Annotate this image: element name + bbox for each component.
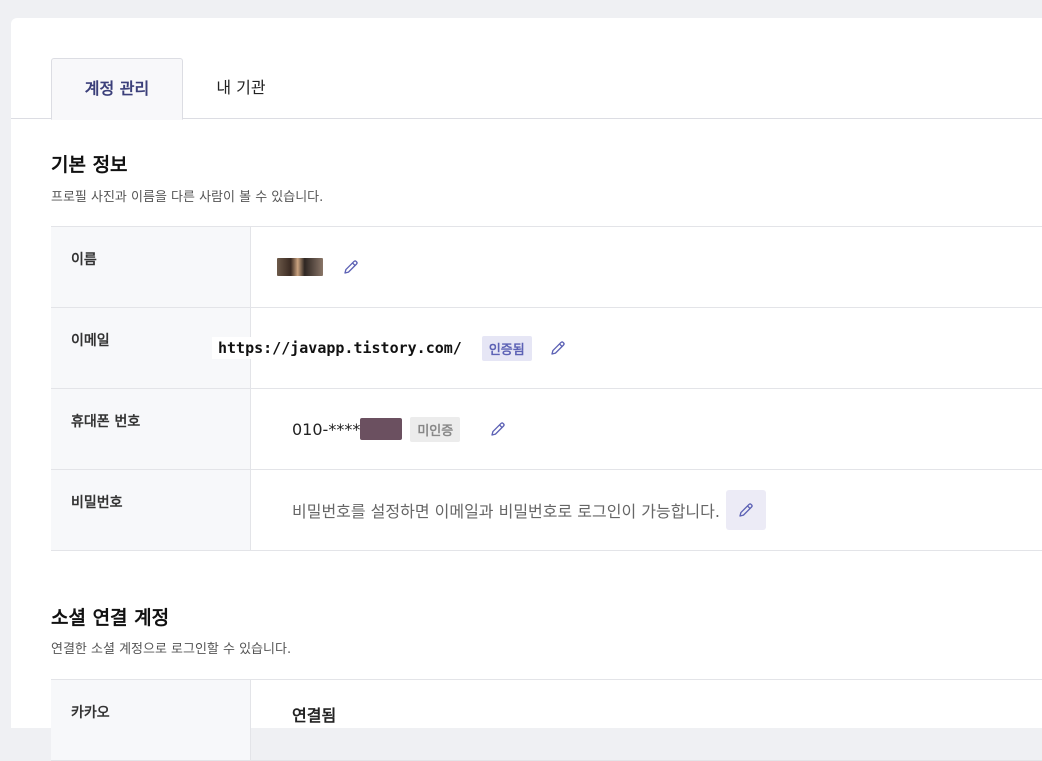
password-description: 비밀번호를 설정하면 이메일과 비밀번호로 로그인이 가능합니다.: [292, 502, 720, 521]
verified-badge: 인증됨: [481, 335, 532, 361]
social-table: 카카오 연결됨: [51, 679, 1042, 761]
table-row-password: 비밀번호 비밀번호를 설정하면 이메일과 비밀번호로 로그인이 가능합니다.: [51, 470, 1042, 551]
table-row-email: 이메일 https://javapp.tistory.com/ 인증됨: [51, 308, 1042, 389]
email-value: https://javapp.tistory.com/: [212, 337, 468, 359]
name-label: 이름: [51, 227, 251, 307]
unverified-badge: 미인증: [410, 416, 461, 442]
edit-phone-pencil-icon[interactable]: [486, 417, 510, 441]
tab-account-management[interactable]: 계정 관리: [51, 58, 183, 120]
social-desc: 연결한 소셜 계정으로 로그인할 수 있습니다.: [51, 642, 292, 657]
tab-my-organization[interactable]: 내 기관: [201, 58, 281, 118]
email-value-cell: https://javapp.tistory.com/ 인증됨: [212, 308, 1042, 388]
edit-email-pencil-icon[interactable]: [546, 336, 570, 360]
kakao-label: 카카오: [51, 680, 251, 760]
password-value-cell: 비밀번호를 설정하면 이메일과 비밀번호로 로그인이 가능합니다.: [252, 470, 1042, 550]
basic-info-table: 이름 이메일 https://javapp.tistory.com/ 인증됨 휴…: [51, 226, 1042, 551]
name-value-cell: [252, 227, 1042, 307]
profile-image: [277, 258, 323, 276]
table-row-kakao: 카카오 연결됨: [51, 680, 1042, 761]
redaction-overlay: [360, 418, 403, 440]
tab-bar: 계정 관리 내 기관: [11, 58, 1042, 120]
password-label: 비밀번호: [51, 470, 251, 550]
kakao-value-cell: 연결됨: [252, 680, 1042, 760]
phone-label: 휴대폰 번호: [51, 389, 251, 469]
social-title: 소셜 연결 계정: [51, 607, 170, 629]
basic-info-title: 기본 정보: [51, 154, 128, 176]
phone-value: 010-****: [292, 419, 361, 439]
table-row-phone: 휴대폰 번호 010-**** 미인증: [51, 389, 1042, 470]
edit-password-pencil-icon[interactable]: [725, 490, 766, 530]
basic-info-desc: 프로필 사진과 이름을 다른 사람이 볼 수 있습니다.: [51, 190, 324, 205]
phone-value-cell: 010-**** 미인증: [252, 389, 1042, 469]
account-card: 계정 관리 내 기관 기본 정보 프로필 사진과 이름을 다른 사람이 볼 수 …: [11, 18, 1042, 761]
kakao-status: 연결됨: [292, 706, 337, 725]
edit-name-pencil-icon[interactable]: [339, 255, 363, 279]
table-row-name: 이름: [51, 227, 1042, 308]
